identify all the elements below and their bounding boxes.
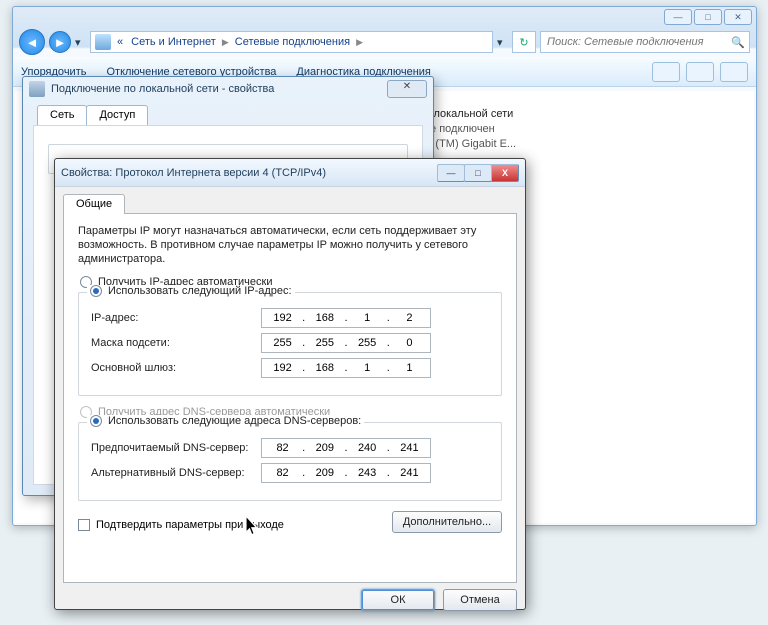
forward-button[interactable]: ► (49, 31, 71, 53)
radio-icon (90, 285, 102, 297)
label-dns1: Предпочитаемый DNS-сервер: (91, 442, 261, 454)
search-input[interactable] (545, 35, 715, 49)
gateway-input[interactable]: 192. 168. 1. 1 (261, 358, 431, 378)
checkbox-icon (78, 519, 90, 531)
label-mask: Маска подсети: (91, 337, 261, 349)
address-dropdown[interactable]: ▾ (497, 36, 508, 49)
octet[interactable]: 209 (310, 442, 340, 454)
view-options-button[interactable] (652, 62, 680, 82)
breadcrumb-sep: « (115, 36, 125, 48)
octet[interactable]: 168 (310, 362, 340, 374)
radio-manual-ip[interactable]: Использовать следующий IP-адрес: (87, 285, 295, 297)
address-bar[interactable]: « Сеть и Интернет ▶ Сетевые подключения … (90, 31, 493, 53)
dialog-title: Подключение по локальной сети - свойства (51, 83, 274, 95)
static-dns-group: Использовать следующие адреса DNS-сервер… (78, 422, 502, 501)
octet[interactable]: 2 (394, 312, 424, 324)
maximize-button[interactable]: □ (694, 9, 722, 25)
octet[interactable]: 243 (352, 467, 382, 479)
static-ip-group: Использовать следующий IP-адрес: IP-адре… (78, 292, 502, 396)
radio-manual-dns[interactable]: Использовать следующие адреса DNS-сервер… (87, 415, 364, 427)
nav-history-dropdown[interactable]: ▾ (75, 36, 86, 49)
close-button[interactable]: X (491, 164, 519, 182)
octet[interactable]: 209 (310, 467, 340, 479)
octet[interactable]: 192 (268, 312, 298, 324)
preview-pane-button[interactable] (686, 62, 714, 82)
cancel-button[interactable]: Отмена (443, 589, 517, 611)
minimize-button[interactable]: — (437, 164, 465, 182)
back-button[interactable]: ◄ (19, 29, 45, 55)
minimize-button[interactable]: — (664, 9, 692, 25)
octet[interactable]: 241 (394, 442, 424, 454)
ip-address-input[interactable]: 192. 168. 1. 2 (261, 308, 431, 328)
octet[interactable]: 240 (352, 442, 382, 454)
octet[interactable]: 241 (394, 467, 424, 479)
octet[interactable]: 1 (394, 362, 424, 374)
octet[interactable]: 168 (310, 312, 340, 324)
refresh-button[interactable]: ↻ (512, 31, 536, 53)
checkbox-label: Подтвердить параметры при выходе (96, 519, 284, 531)
search-icon: 🔍 (731, 36, 745, 49)
tab-access[interactable]: Доступ (86, 105, 148, 125)
octet[interactable]: 1 (352, 362, 382, 374)
label-dns2: Альтернативный DNS-сервер: (91, 467, 261, 479)
subnet-mask-input[interactable]: 255. 255. 255. 0 (261, 333, 431, 353)
radio-icon (90, 415, 102, 427)
octet[interactable]: 255 (268, 337, 298, 349)
ok-button[interactable]: ОК (361, 589, 435, 611)
help-button[interactable] (720, 62, 748, 82)
alternate-dns-input[interactable]: 82. 209. 243. 241 (261, 463, 431, 483)
network-icon (29, 81, 45, 97)
validate-checkbox[interactable]: Подтвердить параметры при выходе (78, 519, 284, 531)
tab-network[interactable]: Сеть (37, 105, 87, 125)
octet[interactable]: 82 (268, 467, 298, 479)
dialog-title: Свойства: Протокол Интернета версии 4 (T… (61, 167, 326, 179)
octet[interactable]: 0 (394, 337, 424, 349)
label-ip: IP-адрес: (91, 312, 261, 324)
octet[interactable]: 82 (268, 442, 298, 454)
chevron-right-icon: ▶ (222, 37, 229, 48)
octet[interactable]: 255 (310, 337, 340, 349)
preferred-dns-input[interactable]: 82. 209. 240. 241 (261, 438, 431, 458)
breadcrumb-item[interactable]: Сетевые подключения (233, 36, 352, 48)
close-button[interactable]: ✕ (724, 9, 752, 25)
octet[interactable]: 255 (352, 337, 382, 349)
advanced-button[interactable]: Дополнительно... (392, 511, 502, 533)
radio-label: Использовать следующий IP-адрес: (108, 285, 292, 297)
close-button[interactable]: ✕ (387, 80, 427, 98)
chevron-right-icon: ▶ (356, 37, 363, 48)
octet[interactable]: 192 (268, 362, 298, 374)
breadcrumb-item[interactable]: Сеть и Интернет (129, 36, 218, 48)
location-icon (95, 34, 111, 50)
general-panel: Параметры IP могут назначаться автоматич… (63, 213, 517, 583)
label-gateway: Основной шлюз: (91, 362, 261, 374)
search-box[interactable]: 🔍 (540, 31, 750, 53)
octet[interactable]: 1 (352, 312, 382, 324)
radio-label: Использовать следующие адреса DNS-сервер… (108, 415, 361, 427)
tab-general[interactable]: Общие (63, 194, 125, 214)
description-text: Параметры IP могут назначаться автоматич… (78, 224, 502, 266)
maximize-button[interactable]: □ (464, 164, 492, 182)
ipv4-properties-dialog: Свойства: Протокол Интернета версии 4 (T… (54, 158, 526, 610)
